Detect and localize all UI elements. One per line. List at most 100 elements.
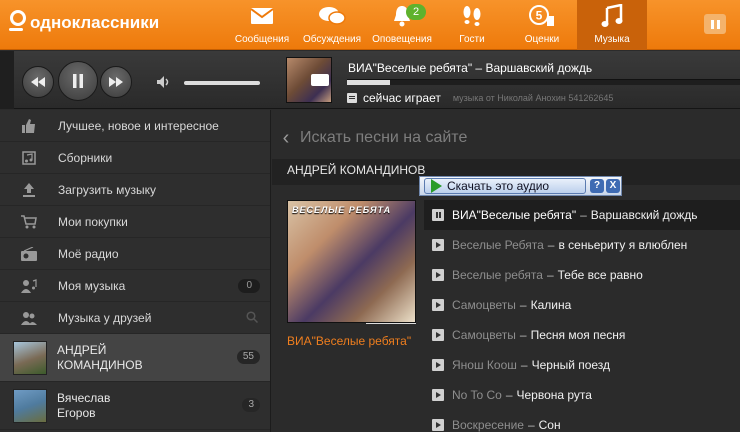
- track-artist[interactable]: Веселые ребята: [452, 268, 543, 282]
- help-icon[interactable]: ?: [590, 179, 604, 193]
- sidebar-item-label: Сборники: [58, 150, 113, 165]
- sidebar-item-label: Моя музыка: [58, 278, 126, 293]
- volume-slider[interactable]: [184, 81, 260, 85]
- rewind-icon: [31, 77, 45, 87]
- track-separator: –: [520, 358, 528, 372]
- sidebar-item-radio[interactable]: Моё радио: [0, 238, 270, 270]
- site-logo[interactable]: одноклассники: [8, 8, 159, 38]
- top-navigation-bar: одноклассники Сообщения Обсуждения 2 Опо…: [0, 0, 740, 50]
- close-icon[interactable]: X: [606, 179, 620, 193]
- now-playing-label: сейчас играет: [363, 91, 441, 105]
- track-row[interactable]: Самоцветы – Калина: [424, 290, 740, 320]
- track-title: Песня моя песня: [530, 328, 626, 342]
- album-cover[interactable]: ВЕСЕЛЫЕ РЕБЯТА: [287, 200, 416, 323]
- fast-forward-icon: [109, 77, 123, 87]
- search-row: ‹: [272, 123, 740, 153]
- chat-bubbles-icon: [297, 0, 367, 32]
- search-icon[interactable]: [246, 311, 259, 326]
- track-row[interactable]: Самоцветы – Песня моя песня: [424, 320, 740, 350]
- track-progress-bar[interactable]: [347, 79, 740, 85]
- track-artist[interactable]: Веселые Ребята: [452, 238, 544, 252]
- nav-notifications[interactable]: 2 Оповещения: [367, 0, 437, 50]
- track-artist[interactable]: Самоцветы: [452, 328, 516, 342]
- play-icon[interactable]: [432, 269, 444, 281]
- track-separator: –: [519, 298, 527, 312]
- rating-5-icon: 5: [507, 0, 577, 32]
- sidebar-item-friends-music[interactable]: Музыка у друзей: [0, 302, 270, 334]
- download-audio-label: Скачать это аудио: [447, 179, 550, 193]
- nav-music[interactable]: Музыка: [577, 0, 647, 50]
- friend-name: АНДРЕЙ КОМАНДИНОВ: [57, 343, 143, 373]
- download-audio-toolbar: Скачать это аудио ? X: [419, 176, 622, 196]
- play-pause-button[interactable]: [58, 61, 98, 101]
- play-icon[interactable]: [432, 239, 444, 251]
- play-icon[interactable]: [432, 329, 444, 341]
- collection-icon: [0, 150, 58, 165]
- sidebar-item-label: Музыка у друзей: [58, 310, 152, 325]
- track-row[interactable]: No To Co – Червона рута: [424, 380, 740, 410]
- track-row[interactable]: Веселые Ребята – в сеньериту я влюблен: [424, 230, 740, 260]
- album-cover-text: ВЕСЕЛЫЕ РЕБЯТА: [292, 205, 392, 215]
- track-title: Сон: [538, 418, 561, 432]
- mini-pause-button[interactable]: [704, 14, 726, 34]
- sidebar-item-upload[interactable]: Загрузить музыку: [0, 174, 270, 206]
- player-collapse-handle[interactable]: [0, 51, 14, 109]
- track-row[interactable]: Янош Коош – Черный поезд: [424, 350, 740, 380]
- sidebar-item-purchases[interactable]: Мои покупки: [0, 206, 270, 238]
- friends-icon: [0, 311, 58, 325]
- track-separator: –: [546, 268, 554, 282]
- nav-discussions[interactable]: Обсуждения: [297, 0, 367, 50]
- thumbs-up-icon: [0, 118, 58, 133]
- nav-messages-label: Сообщения: [234, 34, 290, 45]
- track-artist[interactable]: No To Co: [452, 388, 502, 402]
- friend-item[interactable]: Вячеслав Егоров 3: [0, 382, 270, 430]
- friend-name-line: Егоров: [57, 405, 96, 420]
- my-music-count: 0: [238, 279, 260, 293]
- now-playing-source[interactable]: музыка от Николай Анохин 541262645: [453, 93, 614, 103]
- track-artist[interactable]: Янош Коош: [452, 358, 517, 372]
- play-icon[interactable]: [432, 419, 444, 431]
- track-artist[interactable]: Самоцветы: [452, 298, 516, 312]
- pause-icon[interactable]: [432, 209, 444, 221]
- chevron-left-icon[interactable]: ‹: [272, 127, 300, 150]
- album-divider: [366, 323, 416, 324]
- track-title: Калина: [530, 298, 572, 312]
- track-row[interactable]: ВИА"Веселые ребята" – Варшавский дождь: [424, 200, 740, 230]
- nav-notifications-label: Оповещения: [372, 34, 432, 45]
- download-audio-button[interactable]: Скачать это аудио: [424, 178, 586, 194]
- now-playing-thumbnail[interactable]: [286, 57, 332, 103]
- volume-icon[interactable]: [156, 75, 172, 92]
- my-music-icon: [0, 278, 58, 293]
- now-playing-status: сейчас играет музыка от Николай Анохин 5…: [347, 91, 613, 105]
- nav-guests[interactable]: Гости: [437, 0, 507, 50]
- app-root: одноклассники Сообщения Обсуждения 2 Опо…: [0, 0, 740, 432]
- friend-name-line: АНДРЕЙ: [57, 342, 107, 357]
- friend-name-line: КОМАНДИНОВ: [57, 357, 143, 372]
- previous-track-button[interactable]: [22, 66, 54, 98]
- song-search-input[interactable]: [300, 123, 740, 153]
- friend-name-line: Вячеслав: [57, 390, 111, 405]
- play-icon[interactable]: [432, 359, 444, 371]
- bell-icon: [367, 0, 437, 32]
- track-title: Червона рута: [516, 388, 592, 402]
- track-artist[interactable]: ВИА"Веселые ребята": [452, 208, 576, 222]
- track-artist[interactable]: Воскресение: [452, 418, 524, 432]
- track-row[interactable]: Веселые ребята – Тебе все равно: [424, 260, 740, 290]
- track-row[interactable]: Воскресение – Сон: [424, 410, 740, 432]
- sidebar-item-my-music[interactable]: Моя музыка 0: [0, 270, 270, 302]
- sidebar-item-collections[interactable]: Сборники: [0, 142, 270, 174]
- next-track-button[interactable]: [100, 66, 132, 98]
- track-title: Тебе все равно: [557, 268, 643, 282]
- friend-item[interactable]: АНДРЕЙ КОМАНДИНОВ 55: [0, 334, 270, 382]
- sidebar-item-best[interactable]: Лучшее, новое и интересное: [0, 110, 270, 142]
- play-icon[interactable]: [432, 299, 444, 311]
- pause-bar-icon: [710, 19, 714, 29]
- nav-messages[interactable]: Сообщения: [227, 0, 297, 50]
- audio-player: ВИА"Веселые ребята" – Варшавский дождь с…: [0, 51, 740, 109]
- play-icon[interactable]: [432, 389, 444, 401]
- music-sidebar: Лучшее, новое и интересное Сборники Загр…: [0, 110, 271, 432]
- album-caption-link[interactable]: ВИА"Веселые ребята": [287, 334, 411, 348]
- track-separator: –: [527, 418, 535, 432]
- sidebar-item-label: Загрузить музыку: [58, 182, 157, 197]
- nav-ratings[interactable]: 5 Оценки: [507, 0, 577, 50]
